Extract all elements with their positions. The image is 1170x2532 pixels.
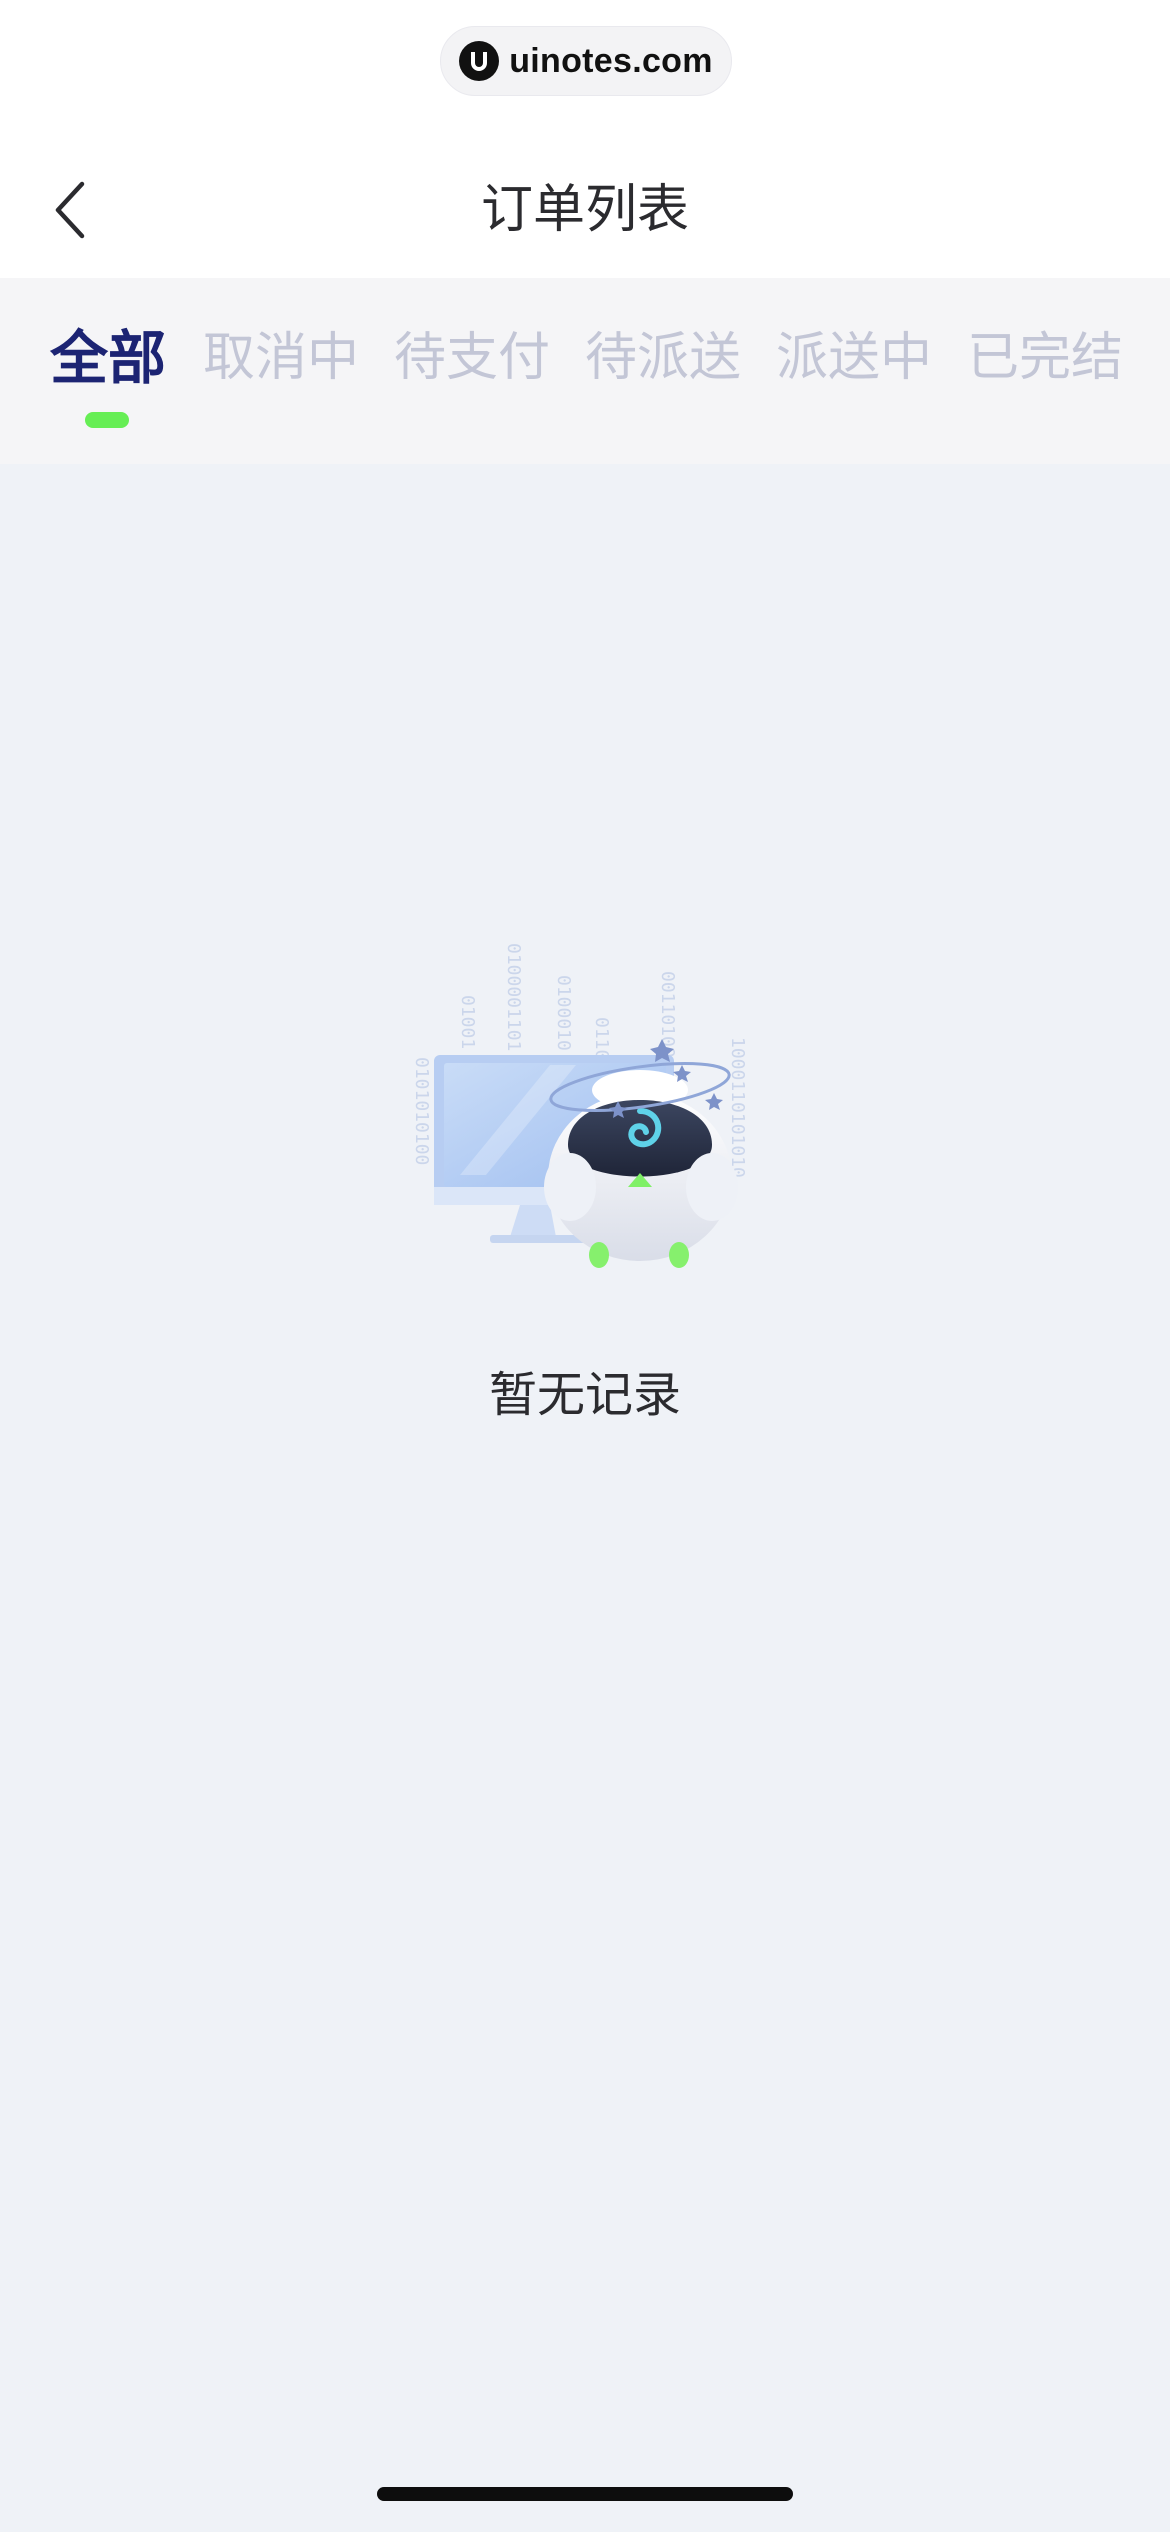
uinotes-logo-icon [459, 41, 500, 81]
page-title: 订单列表 [480, 180, 689, 240]
watermark-text: uinotes.com [509, 41, 713, 80]
svg-text:1000110101010: 1000110101010 [727, 1037, 748, 1178]
tab-cancelling[interactable]: 取消中 [203, 320, 359, 396]
tab-pending-payment[interactable]: 待支付 [394, 320, 550, 396]
active-tab-indicator [85, 412, 129, 428]
tab-all[interactable]: 全部 [50, 320, 166, 396]
tab-pending-delivery[interactable]: 待派送 [585, 320, 741, 396]
empty-state-text: 暂无记录 [488, 1367, 681, 1423]
home-indicator[interactable] [377, 2487, 793, 2501]
tab-delivering[interactable]: 派送中 [776, 320, 932, 396]
watermark: uinotes.com [440, 26, 732, 96]
header: uinotes.com 订单列表 [0, 0, 1170, 278]
svg-text:0100010: 0100010 [553, 975, 574, 1051]
svg-text:0100001101: 0100001101 [503, 943, 524, 1051]
svg-text:0101010100: 0101010100 [411, 1057, 432, 1165]
tab-completed[interactable]: 已完结 [967, 320, 1123, 396]
order-status-tabs: 全部 取消中 待支付 待派送 派送中 已完结 [0, 278, 1170, 464]
empty-robot-illustration: 0100001101 01001 0100010 01100 00110100 … [411, 943, 748, 1268]
svg-text:01001: 01001 [457, 995, 478, 1049]
